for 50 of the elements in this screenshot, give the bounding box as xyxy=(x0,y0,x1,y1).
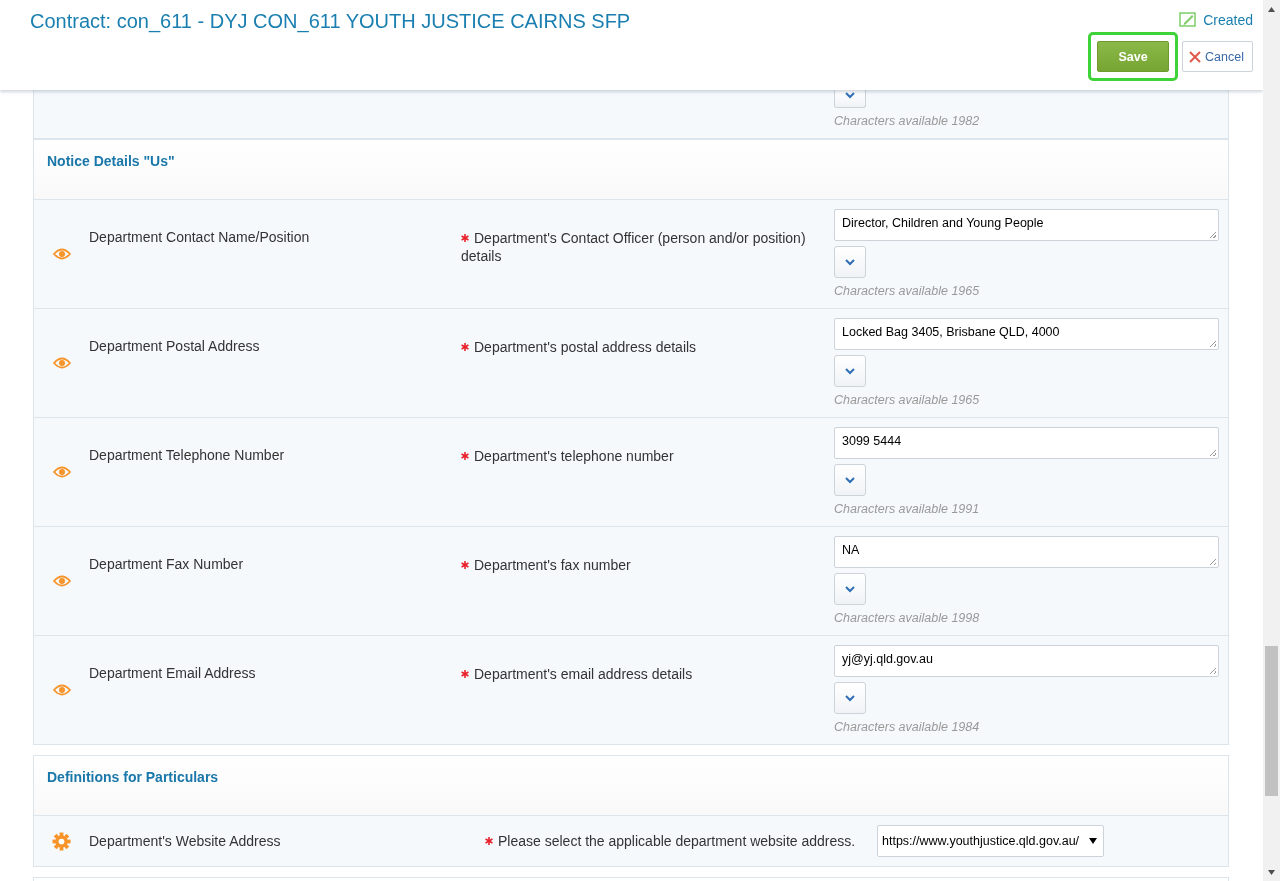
chevron-icon xyxy=(844,694,856,702)
character-count: Characters available 1965 xyxy=(834,284,980,298)
field-prompt: Please select the applicable department website address. xyxy=(485,833,856,849)
text-area[interactable]: NA xyxy=(834,536,1219,568)
eye-icon[interactable] xyxy=(52,248,71,260)
expand-button[interactable] xyxy=(834,90,866,108)
character-count: Characters available 1965 xyxy=(834,393,980,407)
page-title: Contract: con_611 - DYJ CON_611 YOUTH JUSTICE CAIRNS SFP xyxy=(30,9,631,33)
field-label: Department Email Address xyxy=(89,665,256,681)
field-label: Department Contact Name/Position xyxy=(89,229,310,245)
eye-icon[interactable] xyxy=(52,466,71,478)
eye-icon[interactable] xyxy=(52,575,71,587)
field-prompt: Department's email address details xyxy=(461,666,693,682)
caret-icon xyxy=(1089,838,1098,844)
field-label: Department's Website Address xyxy=(89,832,281,849)
expand-button[interactable] xyxy=(834,464,866,496)
field-label: Department Postal Address xyxy=(89,338,260,354)
cancel-button[interactable]: Cancel xyxy=(1182,41,1253,72)
chevron-icon xyxy=(844,258,856,266)
character-count: Characters available 1991 xyxy=(834,502,980,516)
field-prompt: Department's fax number xyxy=(461,557,631,573)
edit-icon xyxy=(1179,12,1198,28)
field-label: Department Telephone Number xyxy=(89,447,285,463)
character-count: Characters available 1984 xyxy=(834,720,980,734)
expand-button[interactable] xyxy=(834,682,866,714)
website-dropdown[interactable]: https://www.youthjustice.qld.gov.au/ xyxy=(877,825,1105,857)
character-count: Characters available 1982 xyxy=(834,114,980,128)
text-area[interactable]: 3099 5444 xyxy=(834,427,1219,459)
field-prompt: Department's telephone number xyxy=(461,448,674,464)
character-count: Characters available 1998 xyxy=(834,611,980,625)
expand-button[interactable] xyxy=(834,246,866,278)
field-prompt: Department's postal address details xyxy=(461,339,697,355)
text-area[interactable]: Director, Children and Young People xyxy=(834,209,1219,241)
settings-icon[interactable] xyxy=(52,831,71,851)
status-label: Created xyxy=(1203,12,1253,28)
section-title: Definitions for Particulars xyxy=(47,769,219,785)
chevron-icon xyxy=(844,476,856,484)
text-area[interactable]: Locked Bag 3405, Brisbane QLD, 4000 xyxy=(834,318,1219,350)
expand-button[interactable] xyxy=(834,573,866,605)
text-area[interactable]: yj@yj.qld.gov.au xyxy=(834,645,1219,677)
section-title: Notice Details "Us" xyxy=(47,153,175,169)
chevron-icon xyxy=(844,91,856,99)
eye-icon[interactable] xyxy=(52,357,71,369)
chevron-icon xyxy=(844,367,856,375)
eye-icon[interactable] xyxy=(52,684,71,696)
field-prompt: Department's Contact Officer (person and/or position) details xyxy=(461,230,806,264)
field-label: Department Fax Number xyxy=(89,556,244,572)
close-icon xyxy=(1189,50,1202,63)
chevron-icon xyxy=(844,585,856,593)
expand-button[interactable] xyxy=(834,355,866,387)
